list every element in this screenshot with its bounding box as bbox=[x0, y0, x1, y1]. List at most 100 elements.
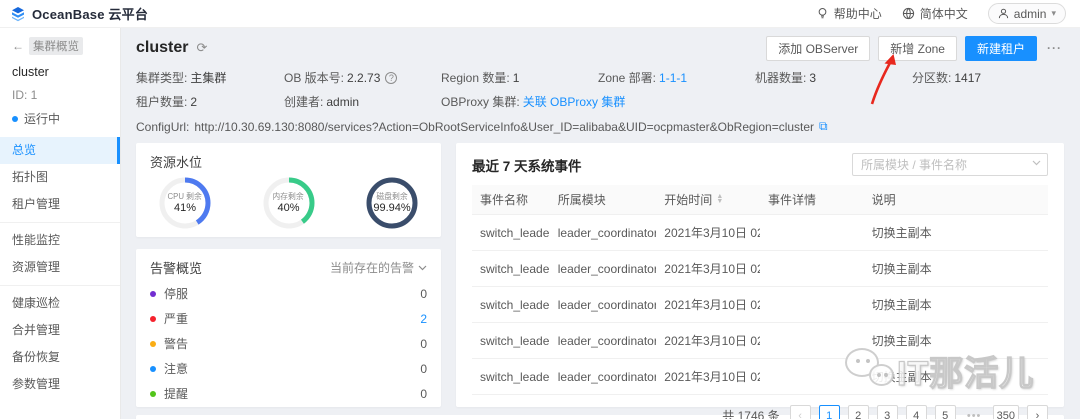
table-row[interactable]: switch_leader leader_coordinator 2021年3月10… bbox=[472, 322, 1048, 359]
cell-desc: 切换主副本 bbox=[863, 214, 1048, 251]
gauge-center: CPU 剩余 41% bbox=[158, 176, 212, 230]
page-button-350[interactable]: 350 bbox=[992, 405, 1019, 419]
cell-name: switch_leader bbox=[472, 250, 550, 287]
cell-time: 2021年3月10日 02:01:54 bbox=[656, 286, 760, 323]
alarm-level-label: 注意 bbox=[164, 362, 189, 376]
pagination-total: 共 1746 条 bbox=[722, 409, 780, 419]
sidebar-cluster-name: cluster bbox=[12, 65, 49, 79]
action-button-1[interactable]: 新增 Zone bbox=[878, 35, 957, 61]
sidebar-item-4[interactable]: 资源管理 bbox=[0, 254, 120, 281]
cell-module: leader_coordinator bbox=[549, 322, 657, 359]
alarm-level-dot-icon bbox=[150, 340, 156, 347]
back-link[interactable]: ← 集群概览 bbox=[0, 37, 120, 55]
gauge-label: 磁盘剩余 bbox=[376, 191, 408, 201]
pagination-pages: ‹ 1 2 3 4 5 ••• 350 › bbox=[789, 405, 1048, 419]
cell-module: leader_coordinator bbox=[549, 286, 657, 323]
info-field-label: 集群类型: bbox=[136, 71, 188, 85]
alarm-row: 严重 2 bbox=[150, 306, 427, 331]
events-search-select[interactable] bbox=[852, 153, 1048, 176]
events-table-body: switch_leader leader_coordinator 2021年3月10… bbox=[472, 214, 1048, 395]
info-field-label: 创建者: bbox=[284, 95, 324, 109]
info-field-label: 租户数量: bbox=[136, 95, 188, 109]
table-column-header[interactable]: 开始时间 ▲ ▼ bbox=[656, 185, 760, 215]
alarm-level-label: 提醒 bbox=[164, 387, 189, 401]
topbar-right: 帮助中心 简体中文 admin ▾ bbox=[816, 3, 1066, 24]
donut-gauge: 内存剩余 40% bbox=[262, 176, 316, 230]
action-button-0[interactable]: 添加 OBServer bbox=[766, 35, 871, 61]
shell: ← 集群概览 cluster ID: 1 运行中 总览 拓扑图 租户管理 性能监控 资源… bbox=[0, 28, 1080, 419]
sidebar-item-0[interactable]: 总览 bbox=[0, 137, 120, 164]
alarm-level-label: 停服 bbox=[164, 287, 189, 301]
chevron-down-icon bbox=[418, 265, 427, 270]
bulb-icon bbox=[818, 7, 827, 19]
more-actions-button[interactable]: ··· bbox=[1045, 41, 1064, 55]
config-url-value: http://10.30.69.130:8080/services?Action… bbox=[194, 119, 815, 134]
help-center-link[interactable]: 帮助中心 bbox=[816, 5, 882, 22]
sidebar-item-7[interactable]: 备份恢复 bbox=[0, 344, 120, 371]
page-button-1[interactable]: 1 bbox=[818, 405, 840, 419]
back-arrow-icon: ← bbox=[12, 39, 24, 53]
cell-desc: 切换主副本 bbox=[863, 286, 1048, 323]
sidebar-item-3[interactable]: 性能监控 bbox=[0, 227, 120, 254]
alarm-filter-dropdown[interactable]: 当前存在的告警 bbox=[330, 259, 427, 276]
system-events-card: 最近 7 天系统事件 事件名称 所属模块 开始时间 ▲▼ 事件详情 说明 bbox=[456, 143, 1064, 419]
language-switcher[interactable]: 简体中文 bbox=[902, 5, 968, 22]
cluster-status: 运行中 bbox=[0, 102, 120, 127]
cell-detail bbox=[759, 358, 864, 395]
cell-time: 2021年3月10日 02:01:54 bbox=[656, 250, 760, 287]
table-row[interactable]: switch_leader leader_coordinator 2021年3月10… bbox=[472, 286, 1048, 323]
table-column-header: 事件详情 bbox=[759, 185, 864, 215]
page-actions: 添加 OBServer 新增 Zone 新建租户 ··· bbox=[766, 35, 1064, 61]
sidebar-item-6[interactable]: 合并管理 bbox=[0, 317, 120, 344]
info-field-value[interactable]: 关联 OBProxy 集群 bbox=[523, 93, 626, 110]
page-button-4[interactable]: 4 bbox=[905, 405, 927, 419]
user-menu[interactable]: admin ▾ bbox=[987, 3, 1066, 24]
page-button-3[interactable]: 3 bbox=[876, 405, 898, 419]
table-row[interactable]: switch_leader leader_coordinator 2021年3月10… bbox=[472, 250, 1048, 287]
cell-detail bbox=[759, 250, 864, 287]
alarm-count[interactable]: 2 bbox=[420, 312, 427, 326]
page-head: cluster ⟳ 添加 OBServer 新增 Zone 新建租户 ··· bbox=[136, 35, 1064, 61]
gauge-center: 内存剩余 40% bbox=[262, 176, 316, 230]
cell-time: 2021年3月10日 02:01:54 bbox=[656, 214, 760, 251]
info-field-value: 2 bbox=[190, 94, 198, 109]
info-field-label: 分区数: bbox=[912, 71, 952, 85]
info-field: 创建者: admin bbox=[284, 93, 441, 110]
alarm-level-dot-icon bbox=[150, 315, 156, 322]
page-button-2[interactable]: 2 bbox=[847, 405, 869, 419]
events-card-head: 最近 7 天系统事件 bbox=[472, 153, 1048, 176]
sidebar-item-8[interactable]: 参数管理 bbox=[0, 371, 120, 398]
info-field-value: 1417 bbox=[954, 70, 982, 85]
info-field: 机器数量: 3 bbox=[755, 69, 912, 86]
refresh-icon[interactable]: ⟳ bbox=[196, 40, 207, 56]
events-search-input[interactable] bbox=[852, 153, 1048, 176]
info-field-value[interactable]: 1-1-1 bbox=[659, 71, 687, 85]
table-row[interactable]: switch_leader leader_coordinator 2021年3月10… bbox=[472, 214, 1048, 251]
next-page-button[interactable]: › bbox=[1027, 405, 1048, 419]
sidebar-item-1[interactable]: 拓扑图 bbox=[0, 164, 120, 191]
back-link-label: 集群概览 bbox=[29, 37, 83, 55]
events-table: 事件名称 所属模块 开始时间 ▲ ▼ 事件详情 说明 switch_leader l… bbox=[472, 185, 1048, 395]
page-button-5[interactable]: 5 bbox=[934, 405, 956, 419]
prev-page-button[interactable]: ‹ bbox=[789, 405, 811, 419]
alarm-overview-card: 告警概览 当前存在的告警 停服 0 严重 2 警告 0 注意 0 提醒 0 bbox=[136, 249, 441, 407]
cell-module: leader_coordinator bbox=[549, 358, 657, 395]
question-circle-icon[interactable]: ? bbox=[385, 71, 398, 84]
config-url-row: ConfigUrl: http://10.30.69.130:8080/serv… bbox=[136, 119, 1064, 134]
logo-text: OceanBase 云平台 bbox=[32, 7, 149, 22]
info-field-label: Zone 部署: bbox=[598, 71, 657, 85]
language-label: 简体中文 bbox=[919, 7, 968, 21]
sidebar-item-5[interactable]: 健康巡检 bbox=[0, 290, 120, 317]
alarm-level-dot-icon bbox=[150, 290, 156, 297]
alarm-level-label: 严重 bbox=[164, 312, 189, 326]
action-button-2[interactable]: 新建租户 bbox=[964, 35, 1037, 61]
sidebar-divider bbox=[0, 285, 120, 286]
oceanbase-logo[interactable]: OceanBase 云平台 bbox=[10, 4, 148, 23]
copy-icon[interactable]: ⧉ bbox=[819, 119, 828, 134]
table-row[interactable]: switch_leader leader_coordinator 2021年3月10… bbox=[472, 358, 1048, 395]
sidebar-item-2[interactable]: 租户管理 bbox=[0, 191, 120, 218]
info-field: 租户数量: 2 bbox=[136, 93, 284, 110]
info-field: Region 数量: 1 bbox=[441, 69, 598, 86]
page-button-•••[interactable]: ••• bbox=[964, 405, 985, 419]
gauge-label: 内存剩余 bbox=[272, 191, 305, 201]
